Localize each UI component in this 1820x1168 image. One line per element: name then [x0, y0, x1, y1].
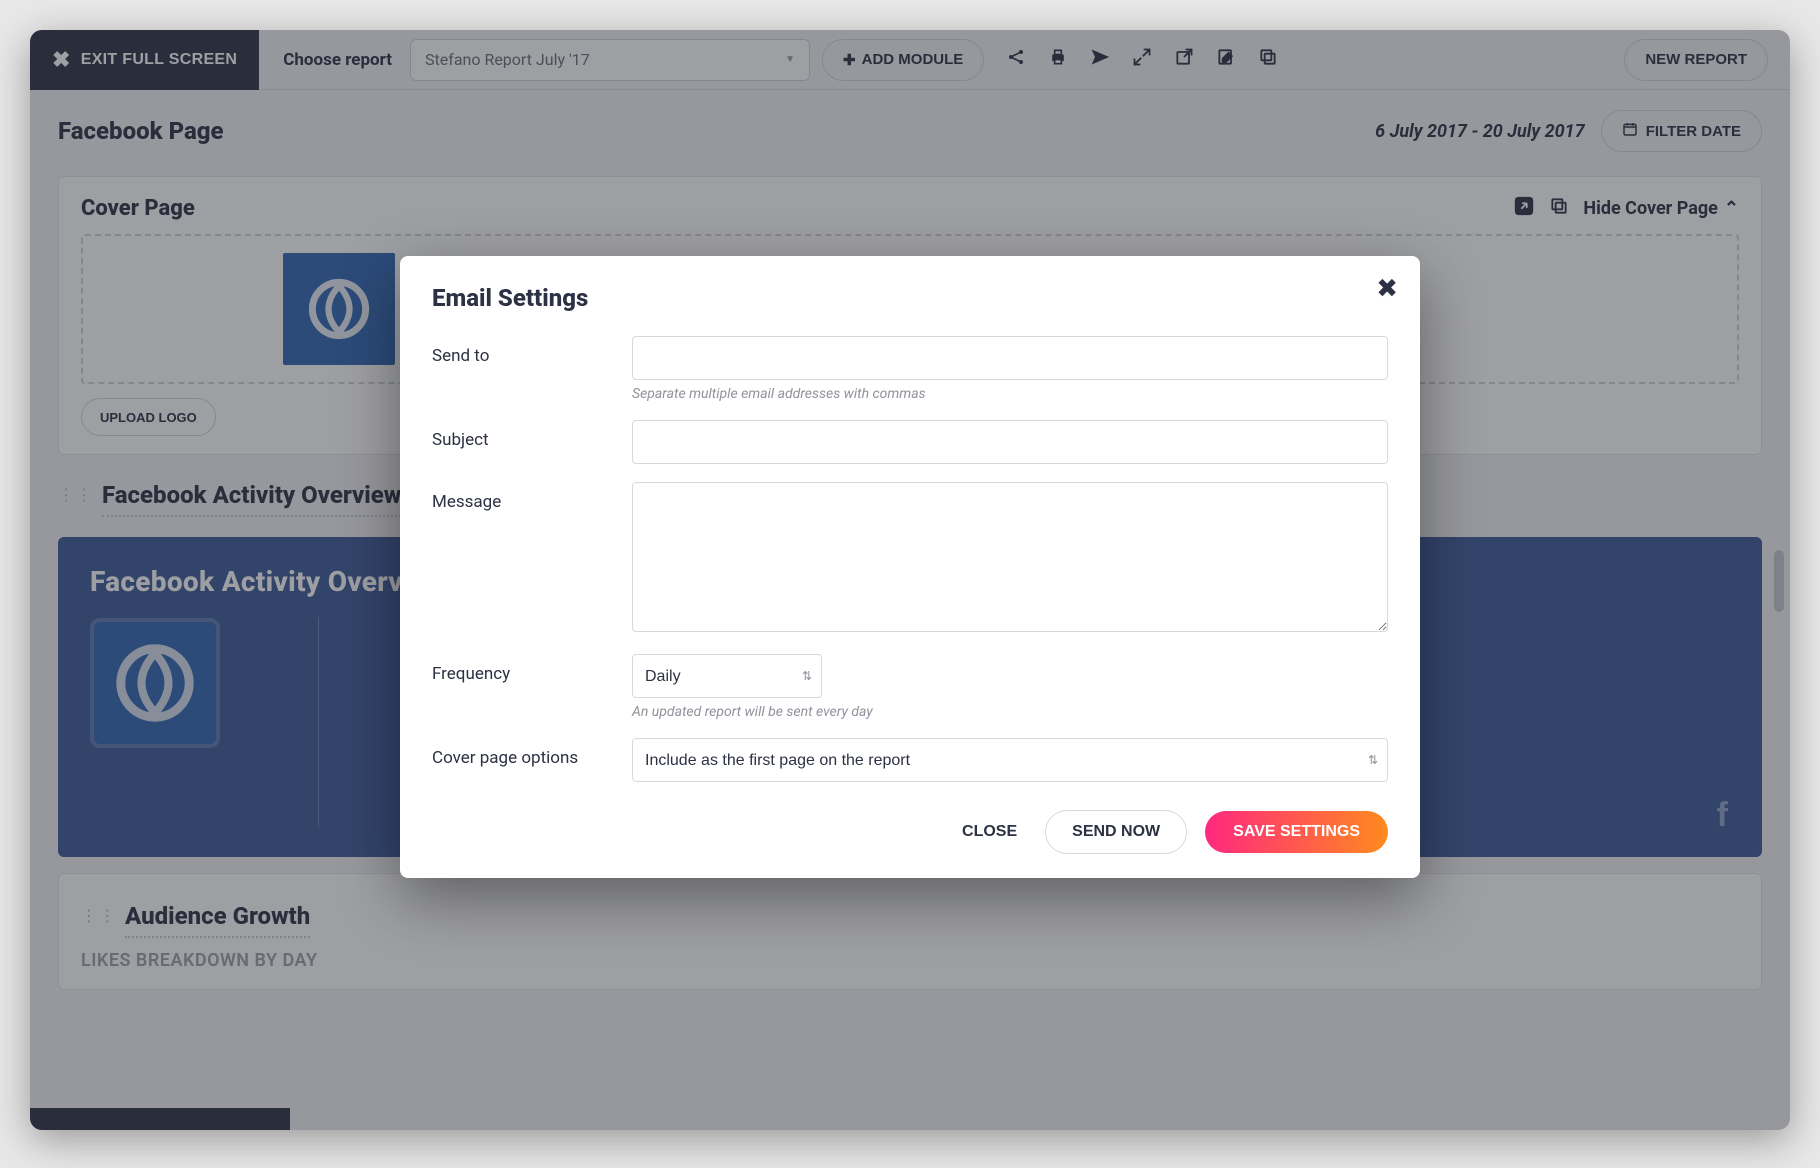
cover-options-select[interactable]: Include as the first page on the report [632, 738, 1388, 782]
frequency-select[interactable]: Daily [632, 654, 822, 698]
frequency-label: Frequency [432, 654, 632, 720]
message-label: Message [432, 482, 632, 636]
send-now-button[interactable]: SEND NOW [1045, 810, 1187, 854]
frequency-helper: An updated report will be sent every day [632, 704, 1388, 720]
save-settings-button[interactable]: SAVE SETTINGS [1205, 811, 1388, 853]
subject-label: Subject [432, 420, 632, 464]
subject-input[interactable] [632, 420, 1388, 464]
modal-close-button[interactable]: ✖ [1376, 274, 1398, 304]
modal-title: Email Settings [432, 284, 1388, 312]
email-settings-modal: Email Settings ✖ Send to Separate multip… [400, 256, 1420, 878]
message-textarea[interactable] [632, 482, 1388, 632]
send-to-label: Send to [432, 336, 632, 402]
send-to-helper: Separate multiple email addresses with c… [632, 386, 1388, 402]
app-window: ✖ EXIT FULL SCREEN Choose report Stefano… [30, 30, 1790, 1130]
modal-footer: CLOSE SEND NOW SAVE SETTINGS [432, 810, 1388, 854]
cover-options-label: Cover page options [432, 738, 632, 782]
send-to-input[interactable] [632, 336, 1388, 380]
close-button[interactable]: CLOSE [952, 811, 1027, 853]
